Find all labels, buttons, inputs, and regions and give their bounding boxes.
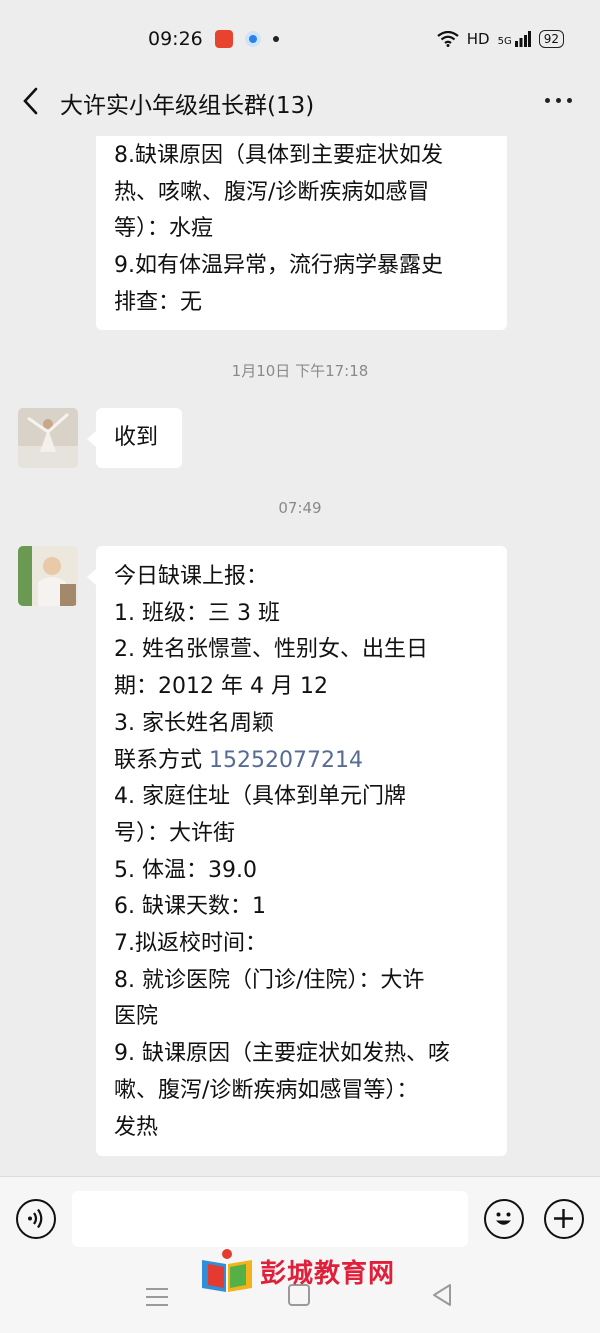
message-line: 8. 就诊医院（门诊/住院）：大许 xyxy=(114,967,425,993)
message-line: 4. 家庭住址（具体到单元门牌 xyxy=(114,784,406,810)
more-dots-icon[interactable] xyxy=(545,98,572,103)
message-line: 3. 家长姓名周颖 xyxy=(114,710,274,736)
message-line: 期：2012 年 4 月 12 xyxy=(114,674,328,700)
plus-icon xyxy=(554,1209,573,1228)
status-indicators: HD 5G 92 xyxy=(437,30,564,48)
message-line: 嗽、腹泻/诊断疾病如感冒等）： xyxy=(114,1077,419,1103)
message-line: 发热 xyxy=(114,1114,159,1140)
message-line: 9. 缺课原因（主要症状如发热、咳 xyxy=(114,1041,450,1067)
message-line: 9.如有体温异常，流行病学暴露史 xyxy=(114,253,443,279)
more-notifications-icon xyxy=(272,36,279,42)
message-line: 8.缺课原因（具体到主要症状如发 xyxy=(114,143,443,168)
contact-line: 联系方式 15252077214 xyxy=(114,743,491,780)
avatar[interactable] xyxy=(18,408,78,468)
more-functions-button[interactable] xyxy=(544,1199,584,1239)
signal-indicator: 5G xyxy=(498,31,531,47)
book-logo-icon xyxy=(202,1249,252,1292)
5g-label: 5G xyxy=(497,36,512,47)
message-line: 医院 xyxy=(114,1004,159,1030)
message-line: 热、咳嗽、腹泻/诊断疾病如感冒 xyxy=(114,179,430,205)
hd-label: HD xyxy=(466,30,490,48)
battery-icon: 92 xyxy=(538,30,564,48)
signal-icon xyxy=(514,31,531,47)
chat-title: 大许实小年级组长群(13) xyxy=(60,93,315,119)
bubble-tail xyxy=(87,569,96,585)
chat-header: 大许实小年级组长群(13) xyxy=(0,78,600,124)
message-line: 7.拟返校时间： xyxy=(114,931,267,957)
message-timestamp: 1月10日 下午17:18 xyxy=(231,362,369,380)
message-line: 2. 姓名张憬萱、性别女、出生日 xyxy=(114,637,428,663)
smiley-icon xyxy=(496,1212,511,1225)
message-bubble: 今日缺课上报： 1. 班级：三 3 班 2. 姓名张憬萱、性别女、出生日 期：2… xyxy=(96,546,507,1156)
message-line: 6. 缺课天数：1 xyxy=(114,894,266,920)
phone-number-link[interactable]: 15252077214 xyxy=(209,748,363,773)
bubble-tail xyxy=(87,431,96,447)
watermark-text: 彭城教育网 xyxy=(260,1259,396,1289)
back-triangle-icon[interactable] xyxy=(430,1282,454,1308)
contact-label: 联系方式 xyxy=(114,747,209,773)
watermark: 彭城教育网 xyxy=(198,1246,413,1296)
voice-icon xyxy=(28,1208,43,1229)
avatar[interactable] xyxy=(18,546,78,606)
message-line: 今日缺课上报： xyxy=(114,564,269,589)
message-line: 号）：大许街 xyxy=(114,820,236,846)
message-text: 收到 xyxy=(114,425,159,450)
message-line: 排查：无 xyxy=(114,289,203,315)
message-timestamp: 07:49 xyxy=(278,499,322,517)
wifi-icon xyxy=(437,31,459,47)
emoji-button[interactable] xyxy=(484,1199,524,1239)
message-bubble: 收到 xyxy=(96,408,182,468)
message-bubble: 8.缺课原因（具体到主要症状如发 热、咳嗽、腹泻/诊断疾病如感冒 等）：水痘 9… xyxy=(96,136,507,330)
taobao-app-icon xyxy=(214,30,233,48)
message-line: 等）：水痘 xyxy=(114,216,214,242)
chevron-left-icon[interactable] xyxy=(20,87,42,115)
notification-app-icon xyxy=(244,31,261,47)
voice-input-button[interactable] xyxy=(16,1199,56,1239)
recent-apps-icon[interactable] xyxy=(146,1288,168,1312)
status-bar: 09:26 HD 5G 92 xyxy=(0,0,600,78)
status-time: 09:26 xyxy=(148,28,203,50)
message-line: 5. 体温：39.0 xyxy=(114,857,257,883)
message-input[interactable] xyxy=(72,1191,468,1247)
message-line: 1. 班级：三 3 班 xyxy=(114,600,280,626)
